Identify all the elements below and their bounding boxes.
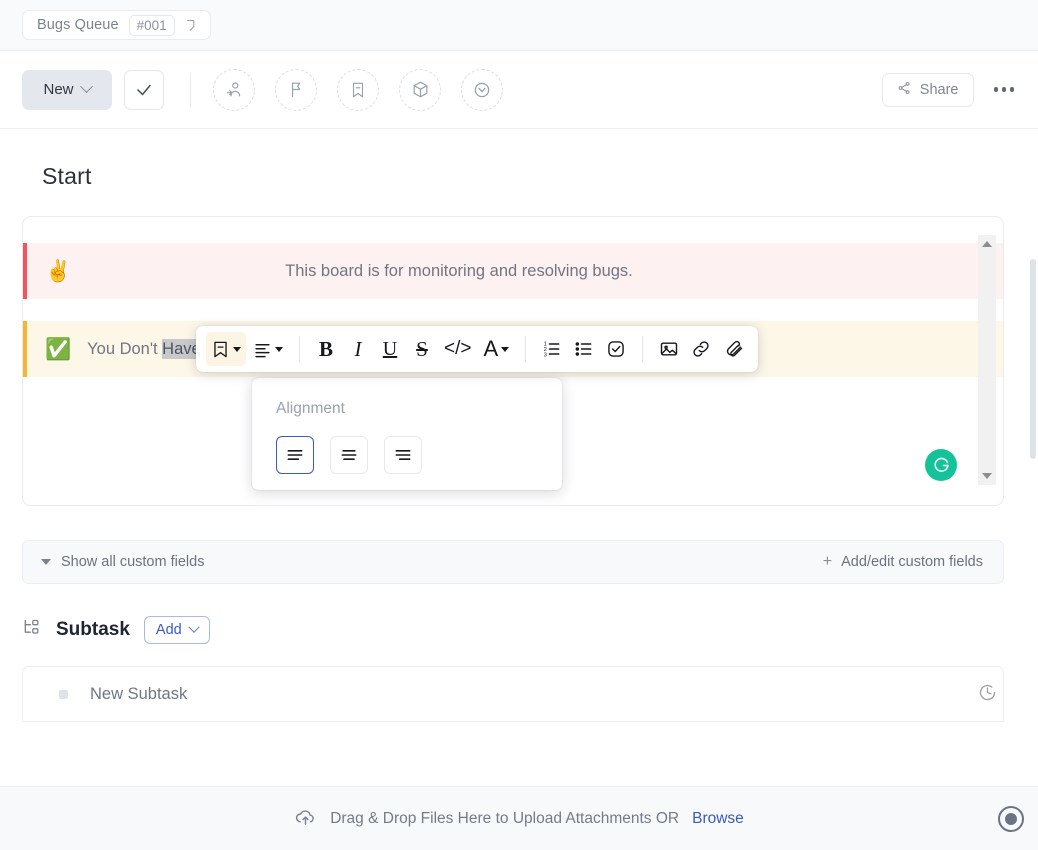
cloud-upload-icon (294, 805, 317, 833)
chevron-down-icon (188, 622, 199, 633)
check-mark-button-emoji: ✅ (45, 339, 71, 360)
chevron-circle-icon[interactable] (461, 69, 503, 111)
editor-scrollbar[interactable] (978, 235, 996, 485)
toolbar-separator (525, 336, 526, 362)
subtask-title: Subtask (56, 619, 130, 641)
subtask-header: Subtask Add (0, 584, 1038, 644)
more-options-icon[interactable] (990, 79, 1019, 100)
expand-icon[interactable] (185, 18, 200, 33)
code-glyph: </> (444, 338, 471, 360)
insert-link-button[interactable] (686, 332, 716, 366)
rich-text-toolbar: B I U S </> A 1 2 3 (196, 326, 758, 372)
subtask-row-label[interactable]: New Subtask (90, 685, 187, 704)
caret-down-icon (41, 559, 51, 565)
breadcrumb-bar: Bugs Queue #001 (0, 0, 1038, 51)
subtask-status-dot (59, 690, 68, 699)
callout-block-red[interactable]: ✌️ This board is for monitoring and reso… (23, 243, 1003, 299)
code-button[interactable]: </> (439, 332, 476, 366)
svg-text:3: 3 (544, 353, 547, 359)
caret-down-icon (501, 347, 509, 352)
font-color-button[interactable]: A (478, 332, 514, 366)
history-clock-icon[interactable] (977, 682, 998, 708)
victory-hand-emoji: ✌️ (45, 261, 71, 282)
grammarly-icon[interactable] (925, 449, 957, 481)
bulleted-list-button[interactable] (569, 332, 599, 366)
subtask-row[interactable]: New Subtask (22, 666, 1004, 722)
breadcrumb-task-id[interactable]: #001 (129, 15, 175, 36)
upload-bar: Drag & Drop Files Here to Upload Attachm… (0, 786, 1038, 850)
ordered-list-button[interactable]: 1 2 3 (537, 332, 567, 366)
share-button[interactable]: Share (882, 73, 974, 107)
quick-action-icons (213, 69, 503, 111)
plus-icon: + (823, 553, 832, 571)
toolbar-separator (299, 336, 300, 362)
alignment-popover: Alignment (252, 378, 562, 490)
align-right-option[interactable] (384, 436, 422, 474)
assignee-icon[interactable] (213, 69, 255, 111)
strikethrough-button[interactable]: S (407, 332, 437, 366)
custom-fields-bar: Show all custom fields + Add/edit custom… (22, 540, 1004, 584)
show-all-custom-fields-label: Show all custom fields (61, 554, 204, 570)
toolbar-separator (642, 336, 643, 362)
page-scrollbar[interactable] (1030, 259, 1038, 834)
add-subtask-button[interactable]: Add (144, 616, 210, 644)
record-button-icon[interactable] (998, 806, 1024, 832)
add-edit-custom-fields-label: Add/edit custom fields (841, 554, 983, 570)
alignment-options (276, 436, 562, 474)
underline-glyph: U (383, 338, 397, 361)
breadcrumb[interactable]: Bugs Queue #001 (22, 10, 211, 40)
align-center-option[interactable] (330, 436, 368, 474)
callout-red-text: This board is for monitoring and resolvi… (285, 262, 633, 281)
insert-image-button[interactable] (654, 332, 684, 366)
subtask-icon (22, 618, 42, 643)
bookmark-icon[interactable] (337, 69, 379, 111)
page-title: Start (0, 129, 1038, 190)
bold-button[interactable]: B (311, 332, 341, 366)
font-glyph: A (483, 336, 498, 362)
status-dropdown[interactable]: New (22, 70, 112, 110)
selected-text-1: Have (162, 339, 201, 359)
add-edit-custom-fields-button[interactable]: + Add/edit custom fields (823, 553, 983, 571)
underline-button[interactable]: U (375, 332, 405, 366)
block-type-button[interactable] (206, 332, 246, 366)
attach-file-button[interactable] (718, 332, 748, 366)
italic-button[interactable]: I (343, 332, 373, 366)
browse-link[interactable]: Browse (692, 810, 744, 828)
caret-down-icon (233, 347, 241, 352)
show-all-custom-fields-button[interactable]: Show all custom fields (41, 554, 204, 570)
alignment-popover-title: Alignment (276, 400, 562, 418)
alignment-button[interactable] (248, 332, 288, 366)
strikethrough-glyph: S (416, 337, 428, 362)
mark-complete-button[interactable] (124, 70, 164, 110)
scroll-down-arrow-icon[interactable] (982, 473, 992, 479)
cube-icon[interactable] (399, 69, 441, 111)
align-left-option[interactable] (276, 436, 314, 474)
checklist-button[interactable] (601, 332, 631, 366)
caret-down-icon (275, 347, 283, 352)
add-subtask-label: Add (156, 622, 182, 638)
flag-icon[interactable] (275, 69, 317, 111)
status-label: New (43, 81, 73, 98)
italic-glyph: I (355, 337, 362, 362)
action-toolbar: New (0, 51, 1038, 129)
callout-amber-text-part-1: You Don't (87, 340, 162, 358)
share-icon (897, 81, 911, 99)
task-detail-page: Bugs Queue #001 New (0, 0, 1038, 850)
scroll-up-arrow-icon[interactable] (982, 241, 992, 247)
share-label: Share (920, 82, 959, 98)
chevron-down-icon (80, 80, 93, 93)
breadcrumb-board-name[interactable]: Bugs Queue (37, 17, 119, 33)
bold-glyph: B (319, 337, 333, 362)
upload-instruction-text: Drag & Drop Files Here to Upload Attachm… (330, 810, 679, 828)
toolbar-divider (190, 73, 191, 107)
